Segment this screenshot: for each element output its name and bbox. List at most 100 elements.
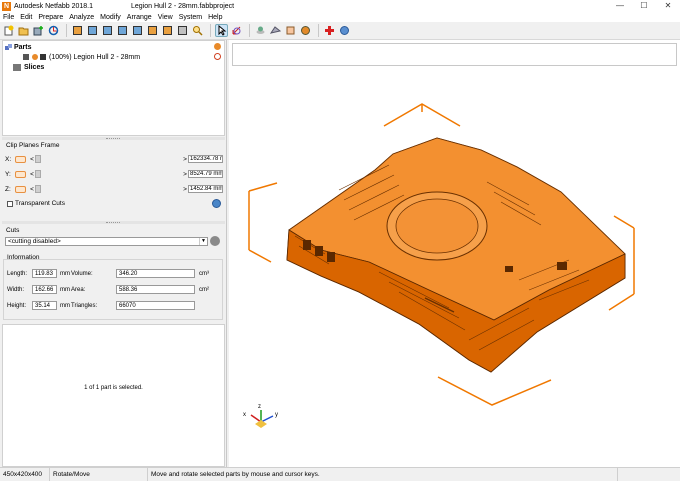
panel-splitter[interactable]: [2, 221, 225, 224]
clip-planes-title: Clip Planes Frame: [6, 142, 60, 149]
area-value: 588.36: [116, 285, 195, 294]
chevron-down-icon: ▼: [199, 238, 207, 245]
menu-view[interactable]: View: [158, 14, 173, 21]
menu-modify[interactable]: Modify: [100, 14, 121, 21]
status-hint: Move and rotate selected parts by mouse …: [148, 467, 618, 481]
axis-x-label: x: [243, 412, 246, 418]
add-part-icon: [33, 26, 43, 36]
view-iso-button[interactable]: [71, 24, 84, 37]
clip-y-value[interactable]: 8524.79 mm: [188, 170, 223, 178]
selection-status-text: 1 of 1 part is selected.: [84, 385, 143, 391]
view-back-button[interactable]: [101, 24, 114, 37]
add-part-button[interactable]: [32, 24, 45, 37]
view-bottom-button[interactable]: [161, 24, 174, 37]
bbox-bracket-bottom: [437, 376, 552, 406]
cube-left-icon: [118, 26, 127, 35]
toolbar-separator: [210, 24, 211, 37]
cube-front-icon: [88, 26, 97, 35]
shading-icon: [270, 26, 281, 34]
color-mode-icon: [301, 26, 310, 35]
select-tool-button[interactable]: [215, 24, 228, 37]
menu-system[interactable]: System: [179, 14, 202, 21]
minimize-button[interactable]: —: [608, 0, 632, 12]
clip-x-slider-track[interactable]: [41, 155, 182, 163]
clip-y-slider-track[interactable]: [41, 170, 182, 178]
repair-button[interactable]: [47, 24, 60, 37]
cube-bottom-icon: [163, 26, 172, 35]
rotate-move-button[interactable]: [230, 24, 243, 37]
new-project-icon: [4, 25, 14, 36]
repair-icon: [48, 25, 59, 36]
new-project-button[interactable]: [2, 24, 15, 37]
slice-view-button[interactable]: [284, 24, 297, 37]
menu-edit[interactable]: Edit: [20, 14, 32, 21]
cube-iso-icon: [73, 26, 82, 35]
netfabb-logo: N: [2, 1, 11, 11]
title-bar: N Autodesk Netfabb 2018.1 Legion Hull 2 …: [0, 0, 680, 12]
open-project-button[interactable]: [17, 24, 30, 37]
menu-prepare[interactable]: Prepare: [38, 14, 63, 21]
cuts-dropdown-value: <cutting disabled>: [8, 238, 61, 245]
clip-x-toggle[interactable]: [15, 155, 26, 163]
panel-splitter[interactable]: [2, 137, 225, 140]
clip-z-toggle[interactable]: [15, 185, 26, 193]
tree-slices-label: Slices: [24, 63, 45, 71]
zoom-button[interactable]: [191, 24, 204, 37]
information-box: Length: 119.83 mm Volume: 346.20 cm³ Wid…: [3, 259, 223, 320]
bbox-bracket-left: [248, 182, 278, 263]
volume-value: 346.20: [116, 269, 195, 278]
tree-slices-node[interactable]: Slices: [13, 62, 44, 72]
view-left-button[interactable]: [116, 24, 129, 37]
color-mode-button[interactable]: [299, 24, 312, 37]
cube-right-icon: [133, 26, 142, 35]
shading-button[interactable]: [269, 24, 282, 37]
zoom-all-button[interactable]: [176, 24, 189, 37]
clip-z-value[interactable]: 1452.84 mm: [188, 185, 223, 193]
menu-analyze[interactable]: Analyze: [69, 14, 94, 21]
cuts-tool-icon[interactable]: [210, 236, 220, 246]
tank-hull-model: [286, 137, 626, 373]
slice-icon: [286, 26, 295, 35]
view-front-button[interactable]: [86, 24, 99, 37]
clip-z-slider-track[interactable]: [41, 185, 182, 193]
main-toolbar: [0, 22, 680, 40]
view-right-button[interactable]: [131, 24, 144, 37]
zoom-all-icon: [178, 26, 187, 35]
add-support-button[interactable]: [323, 24, 336, 37]
parts-icon: [5, 43, 12, 50]
tree-part-item[interactable]: (100%) Legion Hull 2 - 28mm: [23, 52, 140, 62]
width-unit: mm: [60, 287, 70, 293]
view-top-button[interactable]: [146, 24, 159, 37]
menu-arrange[interactable]: Arrange: [127, 14, 152, 21]
toolbar-separator: [318, 24, 319, 37]
help-button[interactable]: [338, 24, 351, 37]
clip-row-x: X: < > 162334.78 m: [5, 154, 223, 164]
refresh-clip-icon[interactable]: [212, 199, 221, 208]
status-dimensions: 450x420x400: [0, 467, 50, 481]
clip-axis-y-label: Y:: [5, 170, 11, 178]
clip-row-y: Y: < > 8524.79 mm: [5, 169, 223, 179]
slices-icon: [13, 63, 21, 71]
tree-parts-node[interactable]: Parts: [5, 42, 32, 52]
menu-file[interactable]: File: [3, 14, 14, 21]
transparent-cuts-checkbox[interactable]: [7, 201, 13, 207]
close-button[interactable]: ✕: [656, 0, 680, 12]
part-remove-icon[interactable]: [214, 53, 221, 60]
measure-button[interactable]: [254, 24, 267, 37]
magnifier-icon: [193, 26, 203, 36]
volume-unit: cm³: [199, 271, 209, 277]
height-value: 35.14: [32, 301, 57, 310]
width-value: 162.66: [32, 285, 57, 294]
clip-x-value[interactable]: 162334.78 m: [188, 155, 223, 163]
cuts-dropdown[interactable]: <cutting disabled> ▼: [5, 237, 208, 246]
menu-help[interactable]: Help: [208, 14, 222, 21]
parts-options-icon[interactable]: [214, 43, 221, 50]
maximize-button[interactable]: ☐: [632, 0, 656, 12]
clip-y-toggle[interactable]: [15, 170, 26, 178]
part-color-icon: [32, 54, 38, 60]
axis-z-label: z: [258, 404, 261, 410]
clip-row-z: Z: < > 1452.84 mm: [5, 184, 223, 194]
3d-viewport[interactable]: z x y: [229, 40, 680, 467]
part-checkbox-icon[interactable]: [23, 54, 29, 60]
cube-top-icon: [148, 26, 157, 35]
